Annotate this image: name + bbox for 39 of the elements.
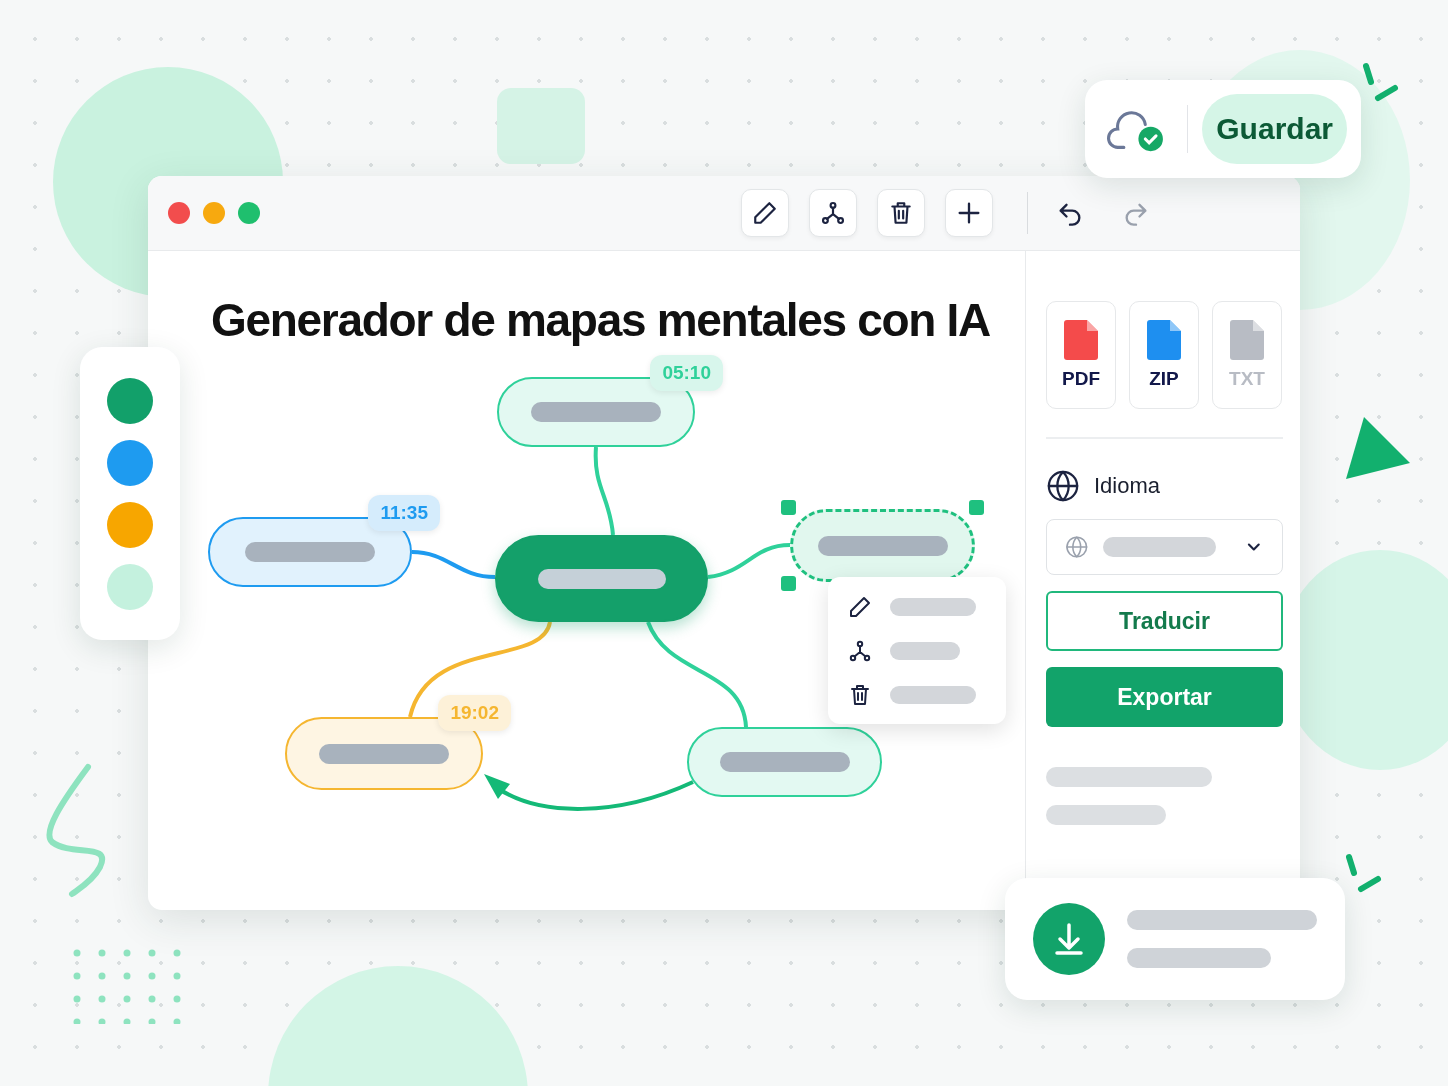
color-swatch[interactable] — [107, 563, 153, 610]
globe-icon — [1065, 535, 1089, 559]
pencil-icon — [752, 200, 778, 226]
color-swatch[interactable] — [107, 501, 153, 548]
branch-nodes-icon — [848, 638, 872, 663]
time-badge: 05:10 — [650, 355, 723, 391]
file-icon — [1147, 320, 1181, 360]
page-title: Generador de mapas mentales con IA — [211, 293, 990, 347]
resize-handle[interactable] — [781, 576, 796, 591]
minimize-dot[interactable] — [203, 202, 225, 224]
translate-button[interactable]: Traducir — [1046, 591, 1283, 651]
color-swatch[interactable] — [107, 377, 153, 424]
branch-nodes-icon — [820, 200, 846, 226]
spark-lines-drawing — [1360, 62, 1400, 104]
resize-handle[interactable] — [969, 500, 984, 515]
pencil-icon — [848, 594, 872, 619]
time-badge: 11:35 — [368, 495, 440, 531]
topic-node[interactable] — [285, 717, 483, 790]
central-node[interactable] — [495, 535, 708, 622]
resize-handle[interactable] — [781, 500, 796, 515]
close-dot[interactable] — [168, 202, 190, 224]
add-button[interactable] — [945, 189, 993, 237]
trash-icon — [848, 682, 872, 707]
file-icon — [1230, 320, 1264, 360]
file-icon — [1064, 320, 1098, 360]
edit-button[interactable] — [741, 189, 789, 237]
globe-icon — [1046, 469, 1080, 503]
save-button[interactable]: Guardar — [1202, 94, 1347, 164]
branch-button[interactable] — [809, 189, 857, 237]
delete-button[interactable] — [877, 189, 925, 237]
export-format-button[interactable]: ZIP — [1129, 301, 1199, 409]
language-label: Idioma — [1094, 473, 1161, 499]
maximize-dot[interactable] — [238, 202, 260, 224]
export-format-button[interactable]: PDF — [1046, 301, 1116, 409]
trash-icon — [888, 200, 914, 226]
time-badge: 19:02 — [438, 695, 511, 731]
download-icon[interactable] — [1033, 903, 1105, 975]
color-swatch[interactable] — [107, 439, 153, 486]
topic-node[interactable] — [687, 727, 882, 797]
